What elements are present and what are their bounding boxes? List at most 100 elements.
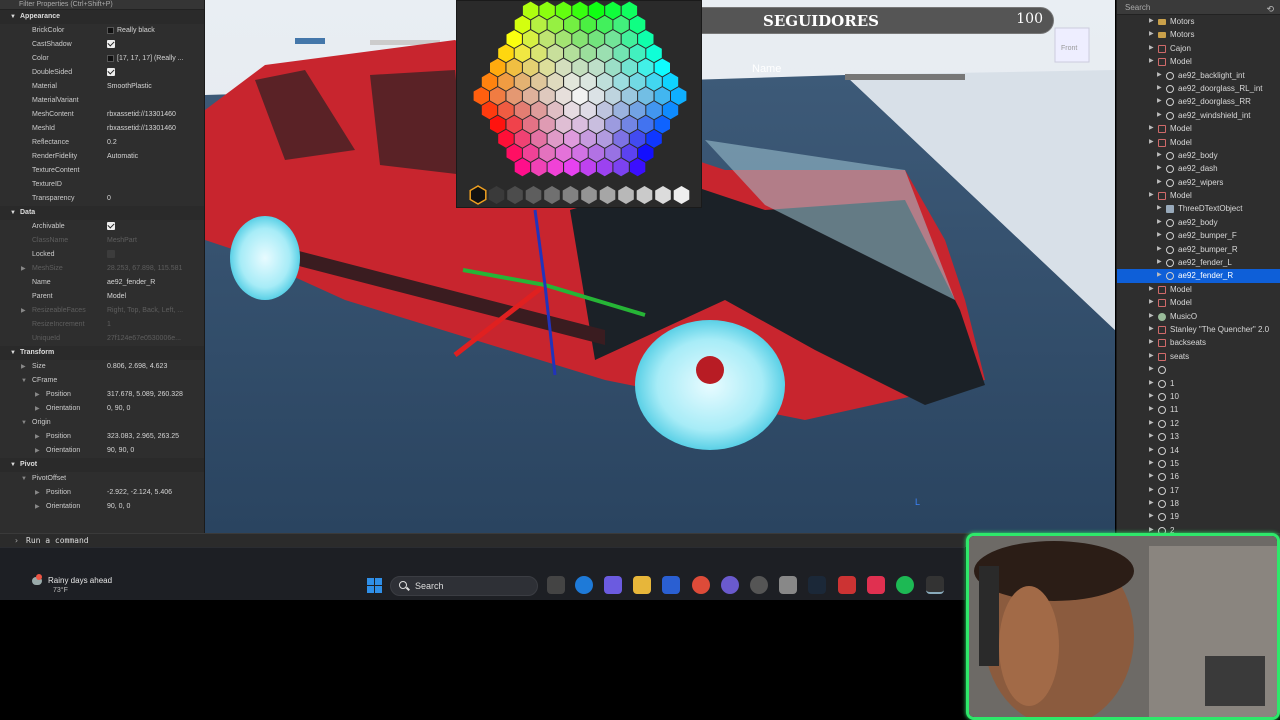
property-row[interactable]: ▶ Orientation 0, 90, 0	[0, 402, 204, 416]
color-swatch[interactable]	[539, 87, 555, 105]
chevron-right-icon[interactable]: ▶	[1149, 497, 1154, 510]
property-value[interactable]	[107, 164, 197, 178]
color-swatch[interactable]	[564, 72, 580, 91]
explorer-item[interactable]: ▶ Model	[1117, 296, 1280, 309]
explorer-item[interactable]: ▶ Motors	[1117, 28, 1280, 41]
color-swatch[interactable]	[506, 58, 522, 77]
color-swatch[interactable]	[629, 129, 646, 148]
explorer-item[interactable]: ▶ ae92_backlight_int	[1117, 69, 1280, 82]
chevron-right-icon[interactable]: ▶	[1149, 296, 1154, 309]
chevron-right-icon[interactable]: ▶	[1149, 15, 1154, 28]
color-swatch[interactable]	[613, 129, 629, 148]
chevron-right-icon[interactable]: ▶	[1149, 470, 1154, 483]
color-swatch[interactable]	[498, 72, 514, 91]
color-swatch[interactable]	[621, 30, 638, 48]
property-value[interactable]: 90, 0, 0	[107, 500, 197, 514]
color-swatch[interactable]	[107, 54, 114, 62]
color-swatch[interactable]	[547, 44, 563, 63]
color-swatch[interactable]	[588, 30, 605, 48]
explorer-search-input[interactable]: Search ⟲	[1117, 0, 1280, 15]
color-swatch[interactable]	[506, 115, 522, 134]
color-swatch[interactable]	[621, 1, 638, 20]
chevron-right-icon[interactable]: ▶	[1149, 189, 1154, 202]
chevron-right-icon[interactable]: ▶	[1157, 243, 1162, 256]
explorer-item[interactable]: ▶ 2	[1117, 524, 1280, 533]
explorer-item[interactable]: ▶ 19	[1117, 510, 1280, 523]
chevron-right-icon[interactable]: ▶	[1157, 162, 1162, 175]
color-swatch[interactable]	[580, 44, 596, 63]
color-swatch[interactable]	[564, 129, 580, 148]
color-swatch[interactable]	[638, 144, 654, 162]
color-swatch[interactable]	[605, 115, 621, 134]
property-value[interactable]	[107, 66, 197, 80]
chevron-right-icon[interactable]: ▶	[1149, 484, 1154, 497]
property-row[interactable]: ▶ Size 0.806, 2.698, 4.623	[0, 360, 204, 374]
chevron-right-icon[interactable]: ▶	[1149, 390, 1154, 403]
color-swatch[interactable]	[572, 144, 588, 162]
color-swatch[interactable]	[522, 1, 539, 20]
explorer-item[interactable]: ▶	[1117, 363, 1280, 376]
explorer-item[interactable]: ▶ ae92_body	[1117, 149, 1280, 162]
chevron-right-icon[interactable]: ▶	[35, 402, 40, 416]
explorer-item[interactable]: ▶ 18	[1117, 497, 1280, 510]
explorer-item[interactable]: ▶ MusicO	[1117, 310, 1280, 323]
property-row[interactable]: ▼ CFrame	[0, 374, 204, 388]
chevron-right-icon[interactable]: ▶	[1157, 202, 1162, 215]
property-row[interactable]: UniqueId 27f124e67e0530006e...	[0, 332, 204, 346]
property-row[interactable]: MeshId rbxassetid://13301460	[0, 122, 204, 136]
chevron-right-icon[interactable]: ▶	[1149, 55, 1154, 68]
color-swatch[interactable]	[539, 30, 555, 48]
property-row[interactable]: Name ae92_fender_R	[0, 276, 204, 290]
color-swatch[interactable]	[646, 72, 662, 91]
chevron-right-icon[interactable]: ▶	[1149, 28, 1154, 41]
color-swatch[interactable]	[547, 129, 563, 148]
chevron-right-icon[interactable]: ▶	[1157, 82, 1162, 95]
settings-icon[interactable]	[779, 576, 797, 594]
grey-swatch[interactable]	[525, 186, 542, 204]
color-swatch[interactable]	[572, 58, 588, 77]
section-appearance[interactable]: ▼ Appearance	[0, 10, 204, 24]
explorer-item[interactable]: ▶ ae92_bumper_R	[1117, 243, 1280, 256]
color-swatch[interactable]	[588, 87, 605, 105]
explorer-item[interactable]: ▶ ae92_doorglass_RR	[1117, 95, 1280, 108]
color-swatch[interactable]	[613, 15, 629, 34]
color-swatch[interactable]	[646, 44, 662, 63]
property-value[interactable]: 0, 90, 0	[107, 402, 197, 416]
explorer-item[interactable]: ▶ Model	[1117, 283, 1280, 296]
color-swatch[interactable]	[564, 158, 580, 177]
property-value[interactable]: 28.253, 67.898, 115.581	[107, 262, 197, 276]
grey-swatch[interactable]	[599, 186, 616, 204]
chevron-right-icon[interactable]: ▶	[35, 388, 40, 402]
color-swatch[interactable]	[522, 87, 539, 105]
property-value[interactable]: 317.678, 5.089, 260.328	[107, 388, 197, 402]
grey-swatch[interactable]	[507, 186, 523, 204]
grey-swatch[interactable]	[581, 186, 597, 204]
explorer-item[interactable]: ▶ ae92_wipers	[1117, 176, 1280, 189]
color-swatch[interactable]	[514, 15, 531, 34]
chevron-right-icon[interactable]: ▶	[1149, 457, 1154, 470]
property-value[interactable]: 27f124e67e0530006e...	[107, 332, 197, 346]
chevron-right-icon[interactable]: ▶	[1149, 430, 1154, 443]
color-swatch[interactable]	[572, 30, 588, 48]
edge-browser-icon[interactable]	[575, 576, 593, 594]
color-swatch[interactable]	[514, 72, 531, 91]
chevron-right-icon[interactable]: ▶	[35, 486, 40, 500]
explorer-item[interactable]: ▶ Stanley "The Quencher" 2.0	[1117, 323, 1280, 336]
color-swatch[interactable]	[547, 101, 563, 120]
chevron-right-icon[interactable]: ▶	[35, 444, 40, 458]
color-swatch[interactable]	[555, 87, 572, 105]
color-swatch[interactable]	[514, 158, 531, 177]
color-swatch[interactable]	[605, 58, 621, 77]
property-row[interactable]: TextureID	[0, 178, 204, 192]
color-swatch[interactable]	[629, 15, 646, 34]
color-swatch[interactable]	[621, 58, 638, 77]
grey-swatch[interactable]	[673, 186, 690, 204]
chevron-right-icon[interactable]: ▶	[1149, 310, 1154, 323]
explorer-item[interactable]: ▶ 15	[1117, 457, 1280, 470]
color-swatch[interactable]	[605, 87, 621, 105]
property-value[interactable]: MeshPart	[107, 234, 197, 248]
color-swatch[interactable]	[539, 115, 555, 134]
property-row[interactable]: ▼ Origin	[0, 416, 204, 430]
color-swatch[interactable]	[498, 44, 514, 63]
color-swatch[interactable]	[531, 158, 547, 177]
